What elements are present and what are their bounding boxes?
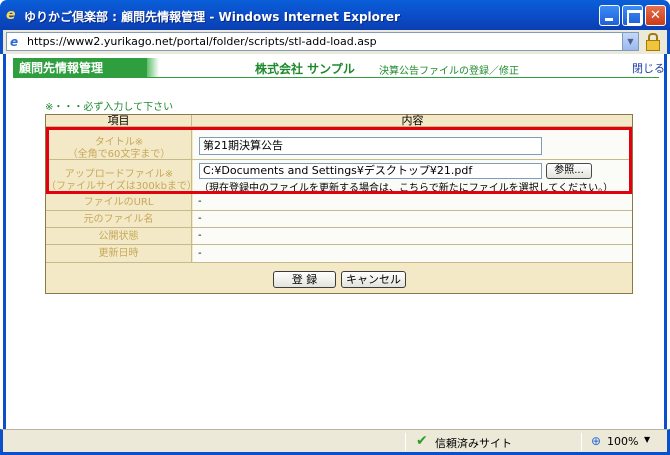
maximize-button[interactable]	[622, 5, 643, 26]
info-row: 公開状態 -	[46, 228, 632, 245]
url-text[interactable]: https://www2.yurikago.net/portal/folder/…	[27, 35, 377, 48]
url-field[interactable]: e https://www2.yurikago.net/portal/folde…	[6, 32, 639, 51]
status-divider	[581, 433, 582, 451]
header-divider	[13, 77, 659, 78]
required-note: ※・・・必ず入力して下さい	[45, 102, 174, 113]
section-label: 顧問先情報管理	[13, 58, 147, 78]
zoom-level[interactable]: 100%	[607, 435, 638, 448]
info-value: -	[198, 230, 202, 241]
page-icon: e	[10, 35, 19, 49]
company-name: 株式会社 サンプル	[255, 62, 355, 76]
close-window-button[interactable]: ✕	[645, 5, 666, 26]
ie-icon: e	[6, 7, 16, 23]
close-icon: ✕	[650, 8, 661, 23]
close-link[interactable]: 閉じる	[632, 60, 665, 76]
info-value-cell: -	[193, 228, 632, 244]
window-title: ゆりかご倶楽部 : 顧問先情報管理 - Windows Internet Exp…	[24, 10, 400, 24]
zoom-icon[interactable]: ⊕	[591, 434, 601, 448]
trusted-check-icon: ✔	[416, 433, 428, 449]
info-value: -	[198, 248, 202, 259]
section-label-fade	[147, 58, 159, 78]
highlight-box	[46, 127, 632, 194]
maximize-icon	[623, 6, 642, 25]
info-value-cell: -	[193, 245, 632, 262]
table-header-row: 項目 内容	[46, 115, 632, 127]
info-label: 公開状態	[46, 228, 192, 244]
header-item: 項目	[46, 115, 192, 127]
info-label: 更新日時	[46, 245, 192, 262]
security-zone[interactable]: 信頼済みサイト	[435, 435, 512, 451]
page-title: 決算公告ファイルの登録／修正	[379, 66, 519, 77]
info-row: ファイルのURL -	[46, 194, 632, 211]
action-row: 登 録 キャンセル	[46, 265, 632, 293]
lock-icon[interactable]	[644, 33, 660, 51]
url-dropdown-icon[interactable]: ▼	[622, 33, 638, 50]
zoom-dropdown-icon[interactable]: ▼	[644, 435, 650, 444]
info-value: -	[198, 213, 202, 224]
info-value: -	[198, 196, 202, 207]
cancel-button[interactable]: キャンセル	[341, 271, 406, 288]
upload-form: 項目 内容 タイトル※ （全角で60文字まで） 第21期決算公告 アップロードフ…	[45, 114, 633, 294]
minimize-button[interactable]	[599, 5, 620, 26]
info-label: 元のファイル名	[46, 211, 192, 227]
status-divider	[405, 433, 406, 451]
header-content: 内容	[193, 115, 632, 127]
status-bar: ✔ 信頼済みサイト ⊕ 100% ▼	[0, 429, 670, 455]
window-titlebar: e ゆりかご倶楽部 : 顧問先情報管理 - Windows Internet E…	[0, 0, 670, 30]
register-button[interactable]: 登 録	[273, 271, 336, 288]
info-row: 元のファイル名 -	[46, 211, 632, 228]
info-value-cell: -	[193, 211, 632, 227]
minimize-icon	[600, 6, 619, 25]
app-header: 顧問先情報管理 株式会社 サンプル 決算公告ファイルの登録／修正 閉じる	[13, 58, 665, 78]
info-label: ファイルのURL	[46, 194, 192, 210]
address-bar: e https://www2.yurikago.net/portal/folde…	[0, 30, 670, 54]
info-row: 更新日時 -	[46, 245, 632, 263]
page-content: 顧問先情報管理 株式会社 サンプル 決算公告ファイルの登録／修正 閉じる ※・・…	[3, 54, 667, 429]
info-value-cell: -	[193, 194, 632, 210]
